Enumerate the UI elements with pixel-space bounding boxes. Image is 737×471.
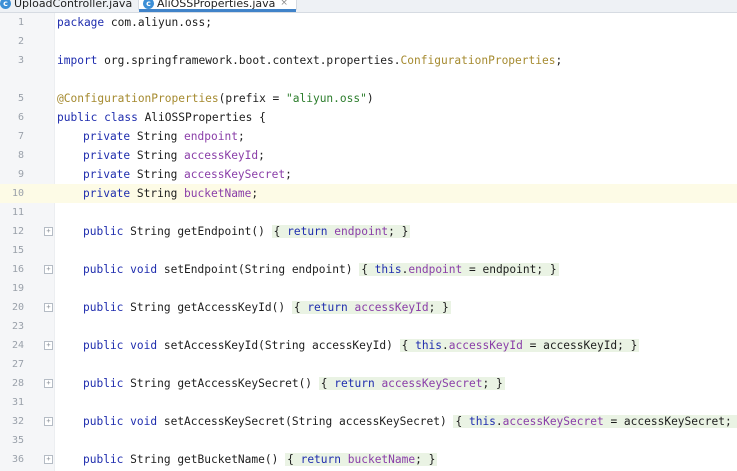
code-line: 7 private String endpoint; <box>0 127 737 146</box>
line-number: 8 <box>17 150 24 161</box>
code-line: 24 + public void setAccessKeyId(String a… <box>0 336 737 355</box>
fold-toggle-icon[interactable]: + <box>44 303 53 312</box>
line-number: 27 <box>11 359 24 370</box>
code-text: package com.aliyun.oss; <box>57 16 212 29</box>
java-class-icon: c <box>143 0 154 9</box>
line-number: 32 <box>11 416 24 427</box>
code-line: 8 private String accessKeyId; <box>0 146 737 165</box>
tab-label: AliOSSProperties.java <box>157 0 276 10</box>
line-number: 10 <box>11 188 24 199</box>
code-text: import org.springframework.boot.context.… <box>57 54 563 67</box>
code-line: 23 <box>0 317 737 336</box>
code-line: 32 + public void setAccessKeySecret(Stri… <box>0 412 737 431</box>
line-number: 1 <box>17 17 24 28</box>
line-number: 19 <box>11 283 24 294</box>
code-line: 9 private String accessKeySecret; <box>0 165 737 184</box>
code-line: 2 <box>0 32 737 51</box>
code-line: 3 import org.springframework.boot.contex… <box>0 51 737 70</box>
code-text: public String getEndpoint() { return end… <box>83 225 411 238</box>
code-line: 12 + public String getEndpoint() { retur… <box>0 222 737 241</box>
code-text: public void setAccessKeyId(String access… <box>83 339 640 352</box>
line-number: 23 <box>11 321 24 332</box>
line-number: 9 <box>17 169 24 180</box>
editor-tab-bar: c UploadController.java × c AliOSSProper… <box>0 0 737 13</box>
code-text: public String getAccessKeySecret() { ret… <box>83 377 505 390</box>
line-number: 24 <box>11 340 24 351</box>
line-number: 12 <box>11 226 24 237</box>
close-icon[interactable]: × <box>280 0 288 8</box>
line-number: 11 <box>11 207 24 218</box>
fold-toggle-icon[interactable]: + <box>44 341 53 350</box>
line-number: 35 <box>11 435 24 446</box>
code-line: 19 <box>0 279 737 298</box>
code-line: 35 <box>0 431 737 450</box>
line-number: 3 <box>17 55 24 66</box>
fold-toggle-icon[interactable]: + <box>44 455 53 464</box>
code-line: 5 @ConfigurationProperties(prefix = "ali… <box>0 89 737 108</box>
current-line: 10 private String bucketName; <box>0 184 737 203</box>
line-number: 2 <box>17 36 24 47</box>
code-text: private String bucketName; <box>83 187 259 200</box>
code-text: public String getAccessKeyId() { return … <box>83 301 451 314</box>
code-line: 20 + public String getAccessKeyId() { re… <box>0 298 737 317</box>
code-line: 28 + public String getAccessKeySecret() … <box>0 374 737 393</box>
code-line: 1 package com.aliyun.oss; <box>0 13 737 32</box>
code-text: public class AliOSSProperties { <box>57 111 266 124</box>
code-text: private String accessKeySecret; <box>83 168 292 181</box>
tab-alioss-properties[interactable]: c AliOSSProperties.java × <box>138 0 297 12</box>
line-number: 28 <box>11 378 24 389</box>
fold-toggle-icon[interactable]: + <box>44 379 53 388</box>
line-number: 15 <box>11 245 24 256</box>
tab-upload-controller[interactable]: c UploadController.java × <box>0 0 145 10</box>
line-number: 7 <box>17 131 24 142</box>
line-number: 16 <box>11 264 24 275</box>
code-line: 6 public class AliOSSProperties { <box>0 108 737 127</box>
code-text: private String endpoint; <box>83 130 245 143</box>
tab-label: UploadController.java <box>14 0 133 10</box>
line-number: 6 <box>17 112 24 123</box>
code-line: 15 <box>0 241 737 260</box>
fold-toggle-icon[interactable]: + <box>44 227 53 236</box>
fold-toggle-icon[interactable]: + <box>44 265 53 274</box>
code-line: 16 + public void setEndpoint(String endp… <box>0 260 737 279</box>
line-number: 20 <box>11 302 24 313</box>
code-line: 11 <box>0 203 737 222</box>
fold-toggle-icon[interactable]: + <box>44 417 53 426</box>
code-text: private String accessKeyId; <box>83 149 265 162</box>
code-line: 36 + public String getBucketName() { ret… <box>0 450 737 469</box>
code-line: 31 <box>0 393 737 412</box>
line-number: 5 <box>17 93 24 104</box>
code-text: public String getBucketName() { return b… <box>83 453 438 466</box>
code-line: 27 <box>0 355 737 374</box>
code-text: public void setAccessKeySecret(String ac… <box>83 412 737 431</box>
code-text: public void setEndpoint(String endpoint)… <box>83 263 559 276</box>
code-text: @ConfigurationProperties(prefix = "aliyu… <box>57 92 374 105</box>
java-class-icon: c <box>0 0 11 9</box>
line-number: 31 <box>11 397 24 408</box>
line-number: 36 <box>11 454 24 465</box>
